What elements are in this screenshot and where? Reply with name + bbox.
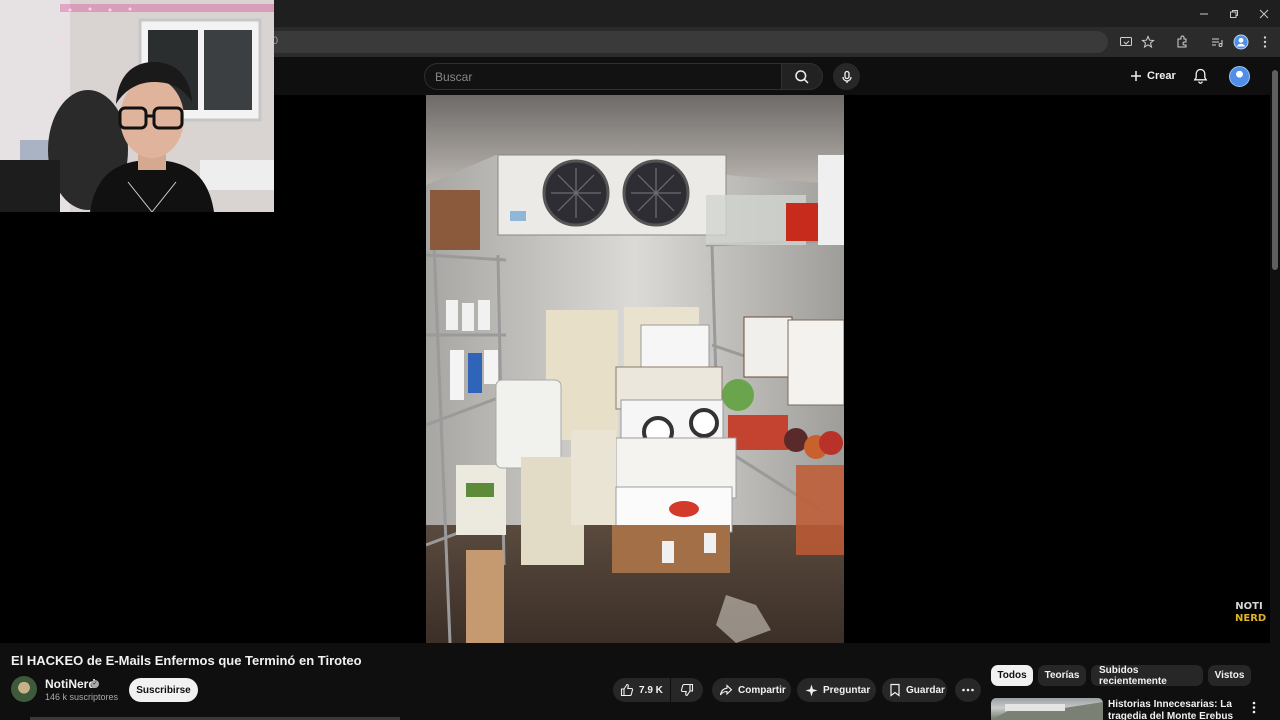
more-actions-button[interactable] <box>955 678 981 702</box>
chip-vistos[interactable]: Vistos <box>1208 665 1251 686</box>
cast-icon[interactable] <box>1116 32 1136 52</box>
channel-avatar[interactable] <box>11 676 37 702</box>
notifications-button[interactable] <box>1190 66 1210 86</box>
plus-icon <box>1131 71 1141 81</box>
scrollbar-thumb[interactable] <box>1272 70 1278 270</box>
bookmark-star-icon[interactable] <box>1138 32 1158 52</box>
search-button[interactable] <box>781 63 823 90</box>
watermark-line1: NOTI <box>1235 601 1263 612</box>
search-box[interactable] <box>424 63 782 90</box>
more-horizontal-icon <box>962 688 974 692</box>
close-icon[interactable] <box>1248 0 1280 27</box>
chip-subidos-recientemente[interactable]: Subidos recientemente <box>1091 665 1203 687</box>
webcam-overlay <box>0 0 274 212</box>
share-label: Compartir <box>738 684 786 696</box>
bell-icon <box>1193 68 1207 84</box>
chip-todos[interactable]: Todos <box>991 665 1033 686</box>
search-input[interactable] <box>435 64 781 89</box>
sparkle-icon <box>805 684 818 696</box>
recommendation-menu-icon[interactable] <box>1247 699 1261 715</box>
save-label: Guardar <box>906 684 945 696</box>
video-still-walk-in-cooler <box>426 95 844 643</box>
like-button[interactable]: 7.9 K <box>613 678 670 702</box>
verified-badge-icon: ✓ <box>91 680 99 688</box>
voice-search-button[interactable] <box>833 63 860 90</box>
subscriber-count: 146 k suscriptores <box>45 692 119 702</box>
channel-watermark: NOTI NERD <box>1235 601 1267 625</box>
video-frame[interactable] <box>426 95 844 643</box>
address-bar[interactable] <box>262 31 1108 53</box>
menu-icon[interactable] <box>1255 32 1275 52</box>
like-count: 7.9 K <box>639 684 663 696</box>
channel-name[interactable]: NotiNerd <box>45 677 96 691</box>
share-icon <box>719 684 733 696</box>
webcam-feed <box>0 0 274 212</box>
search-icon <box>795 69 809 84</box>
create-button[interactable]: Crear <box>1122 64 1184 88</box>
media-icon[interactable] <box>1207 32 1227 52</box>
thumbs-down-icon <box>680 683 694 697</box>
profile-icon[interactable] <box>1231 32 1251 52</box>
mic-icon <box>841 70 852 83</box>
bookmark-icon <box>890 683 900 697</box>
save-button[interactable]: Guardar <box>882 678 947 702</box>
share-button[interactable]: Compartir <box>712 678 791 702</box>
avatar[interactable] <box>1229 66 1250 87</box>
minimize-icon[interactable] <box>1188 0 1220 27</box>
chip-teorias[interactable]: Teorías <box>1038 665 1086 686</box>
thumbs-up-icon <box>620 683 634 697</box>
extensions-icon[interactable] <box>1172 32 1192 52</box>
dislike-button[interactable] <box>671 678 703 702</box>
video-title: El HACKEO de E-Mails Enfermos que Termin… <box>11 653 362 668</box>
recommendation-title[interactable]: Historias Innecesarias: La tragedia del … <box>1108 699 1238 720</box>
create-label: Crear <box>1147 70 1176 82</box>
ask-button[interactable]: Preguntar <box>797 678 876 702</box>
subscribe-button[interactable]: Suscribirse <box>129 678 198 702</box>
recommendation-thumbnail[interactable] <box>991 698 1103 720</box>
watermark-line2: NERD <box>1235 613 1267 624</box>
restore-icon[interactable] <box>1218 0 1250 27</box>
ask-label: Preguntar <box>823 684 871 696</box>
